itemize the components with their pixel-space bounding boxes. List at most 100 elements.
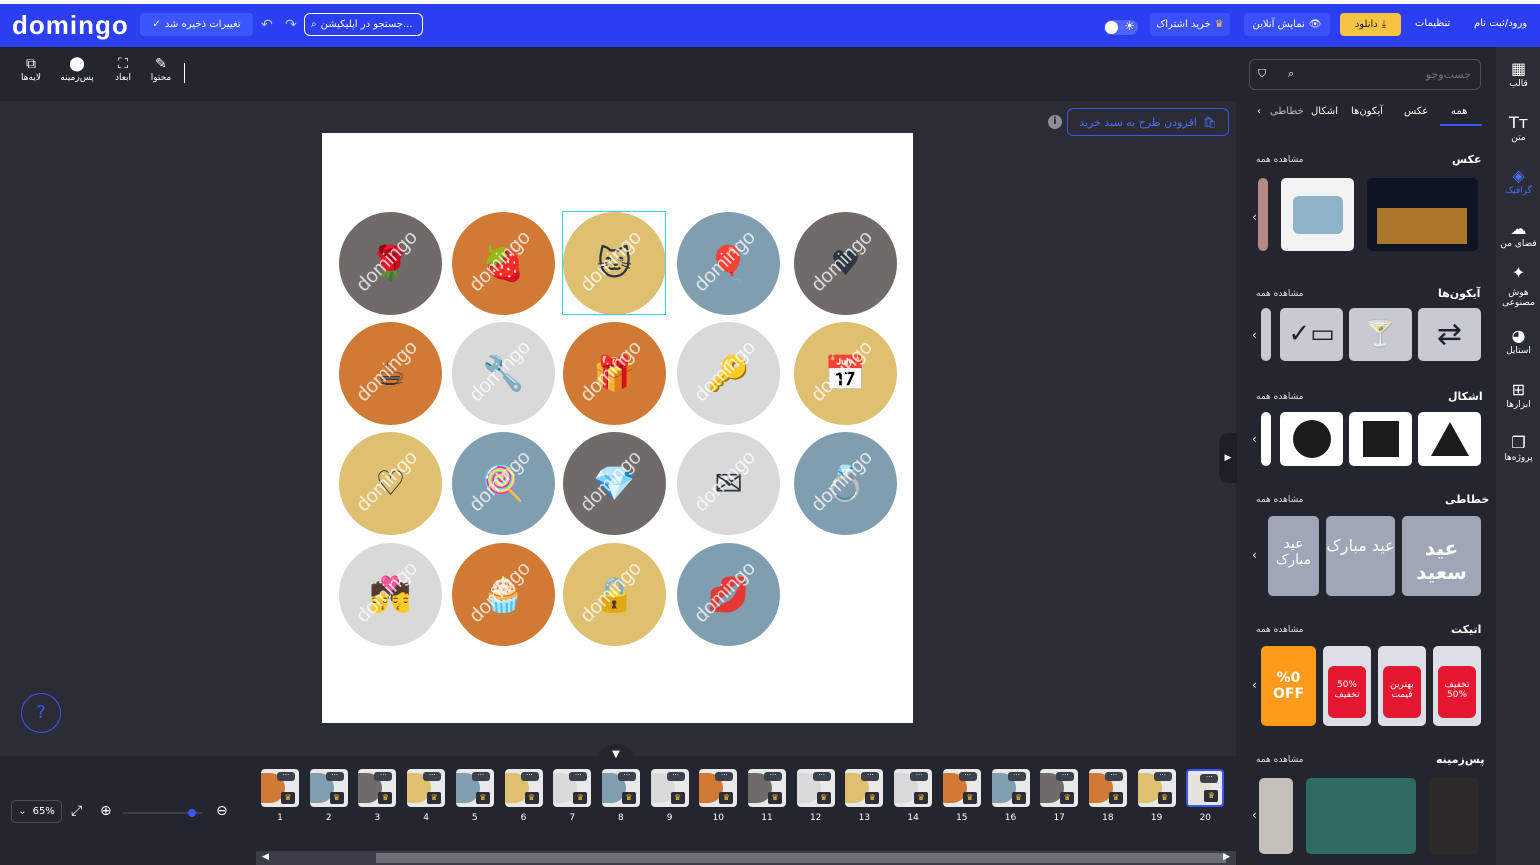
chevron-left-icon[interactable]: ‹ bbox=[1252, 808, 1257, 822]
more-options-icon[interactable]: ··· bbox=[764, 772, 782, 781]
more-options-icon[interactable]: ··· bbox=[1200, 774, 1219, 783]
selection-box[interactable] bbox=[562, 211, 666, 315]
page-thumbnail[interactable]: ··· ♛ bbox=[358, 769, 397, 807]
dimensions-tool[interactable]: ⛶ ابعاد bbox=[106, 56, 140, 83]
page-thumbnail[interactable]: ··· ♛ bbox=[455, 769, 494, 807]
design-element-circle[interactable]: 🔑 domingo bbox=[677, 322, 780, 425]
design-element-circle[interactable]: 🎁 domingo bbox=[563, 322, 666, 425]
tag-thumbnail[interactable]: تخفیف 50% bbox=[1433, 646, 1481, 726]
add-to-cart-button[interactable]: افزودن طرح به سبد خرید 🛍 bbox=[1067, 108, 1229, 136]
filter-icon[interactable]: ⛉ bbox=[1258, 67, 1266, 81]
more-options-icon[interactable]: ··· bbox=[812, 772, 831, 781]
scroll-right-icon[interactable]: ▶ bbox=[1223, 852, 1230, 862]
zoom-slider-handle[interactable] bbox=[188, 809, 196, 817]
help-button[interactable]: ? bbox=[21, 693, 61, 733]
see-all-photo[interactable]: مشاهده همه bbox=[1256, 155, 1303, 165]
tab-shapes[interactable]: اشکال bbox=[1311, 106, 1338, 117]
shape-thumbnail[interactable] bbox=[1261, 412, 1271, 466]
photo-thumbnail[interactable] bbox=[1367, 178, 1478, 251]
chevron-left-icon[interactable]: ‹ bbox=[1252, 548, 1257, 562]
see-all-icons[interactable]: مشاهده همه bbox=[1256, 289, 1303, 299]
calligraphy-thumbnail[interactable]: عید مبارک bbox=[1268, 516, 1319, 596]
scroll-left-icon[interactable]: ◀ bbox=[262, 852, 269, 862]
more-options-icon[interactable]: ··· bbox=[423, 772, 442, 781]
more-options-icon[interactable]: ··· bbox=[1007, 772, 1026, 781]
page-thumbnail[interactable]: ··· ♛ bbox=[261, 769, 299, 807]
tab-photo[interactable]: عکس bbox=[1404, 106, 1428, 117]
page-thumbnail[interactable]: ··· ♛ bbox=[504, 769, 543, 807]
more-options-icon[interactable]: ··· bbox=[617, 772, 636, 781]
rail-item-graphics[interactable]: ◈ گرافیک bbox=[1497, 166, 1540, 196]
see-all-backgrounds[interactable]: مشاهده همه bbox=[1256, 755, 1303, 765]
page-thumbnail[interactable]: ··· ♛ bbox=[942, 769, 981, 807]
theme-toggle[interactable]: ☀ bbox=[1104, 19, 1138, 35]
calligraphy-thumbnail[interactable]: عید سعید bbox=[1402, 516, 1481, 596]
tab-icons[interactable]: آیکون‌ها bbox=[1351, 106, 1383, 117]
design-element-circle[interactable]: 💍 domingo bbox=[794, 432, 897, 535]
zoom-in-icon[interactable]: ⊕ bbox=[100, 803, 112, 819]
more-options-icon[interactable]: ··· bbox=[1153, 772, 1172, 781]
pages-scrollbar[interactable]: ◀ ▶ bbox=[256, 851, 1236, 865]
page-thumbnail[interactable]: ··· ♛ bbox=[309, 769, 348, 807]
background-thumbnail[interactable] bbox=[1306, 778, 1416, 854]
page-thumbnail[interactable]: ··· ♛ bbox=[796, 769, 835, 807]
more-options-icon[interactable]: ··· bbox=[471, 772, 490, 781]
design-element-circle[interactable]: 💏 domingo bbox=[339, 543, 442, 646]
tag-thumbnail[interactable]: 50% تخفیف bbox=[1323, 646, 1371, 726]
rail-item-tools[interactable]: ⊞ ابزارها bbox=[1497, 380, 1540, 410]
page-thumbnail[interactable]: ··· ♛ bbox=[1186, 769, 1225, 807]
design-element-circle[interactable]: 🧁 domingo bbox=[452, 543, 555, 646]
more-options-icon[interactable]: ··· bbox=[1104, 772, 1123, 781]
presentation-icon[interactable]: ✓▭ bbox=[1280, 308, 1343, 361]
see-all-tags[interactable]: مشاهده همه bbox=[1256, 625, 1303, 635]
zoom-slider[interactable] bbox=[123, 809, 203, 817]
rail-item-projects[interactable]: ❐ پروژه‌ها bbox=[1497, 433, 1540, 463]
rail-item-templates[interactable]: ▦ قالب bbox=[1497, 59, 1540, 89]
app-search-input[interactable]: ⌕ جستجو در اپلیکیشن... bbox=[304, 13, 423, 36]
download-button[interactable]: دانلود ⤓ bbox=[1340, 13, 1401, 36]
page-thumbnail[interactable]: ··· ♛ bbox=[601, 769, 640, 807]
background-thumbnail[interactable] bbox=[1259, 778, 1293, 854]
more-options-icon[interactable]: ··· bbox=[715, 772, 734, 781]
design-element-circle[interactable]: 🍭 domingo bbox=[452, 432, 555, 535]
more-options-icon[interactable]: ··· bbox=[958, 772, 977, 781]
swap-arrows-icon[interactable]: ⇄ bbox=[1418, 308, 1481, 361]
page-thumbnail[interactable]: ··· ♛ bbox=[407, 769, 446, 807]
rail-item-style[interactable]: ◕ استایل bbox=[1497, 326, 1540, 356]
photo-thumbnail[interactable] bbox=[1258, 178, 1268, 251]
page-thumbnail[interactable]: ··· ♛ bbox=[699, 769, 738, 807]
page-thumbnail[interactable]: ··· ♛ bbox=[650, 769, 689, 807]
page-thumbnail[interactable]: ··· ♛ bbox=[894, 769, 933, 807]
page-thumbnail[interactable]: ··· ♛ bbox=[1137, 769, 1176, 807]
layers-tool[interactable]: ⧉ لایه‌ها bbox=[14, 56, 48, 83]
page-thumbnail[interactable]: ··· ♛ bbox=[991, 769, 1030, 807]
design-element-circle[interactable]: 🍓 domingo bbox=[452, 212, 555, 315]
see-all-shapes[interactable]: مشاهده همه bbox=[1256, 392, 1303, 402]
page-thumbnail[interactable]: ··· ♛ bbox=[1040, 769, 1079, 807]
background-tool[interactable]: ⬤ پس‌زمینه bbox=[60, 56, 94, 83]
page-thumbnail[interactable]: ··· ♛ bbox=[845, 769, 884, 807]
more-options-icon[interactable]: ··· bbox=[569, 772, 588, 781]
background-thumbnail[interactable] bbox=[1429, 778, 1479, 854]
logo[interactable]: domingo bbox=[12, 10, 129, 41]
photo-thumbnail[interactable] bbox=[1281, 178, 1354, 251]
fullscreen-icon[interactable]: ⤢ bbox=[71, 803, 82, 819]
design-element-circle[interactable]: 🔧 domingo bbox=[452, 322, 555, 425]
square-shape[interactable] bbox=[1349, 412, 1412, 466]
more-options-icon[interactable]: ··· bbox=[1056, 772, 1075, 781]
calligraphy-thumbnail[interactable]: عید مبارک bbox=[1326, 516, 1395, 596]
see-all-calligraphy[interactable]: مشاهده همه bbox=[1256, 495, 1303, 505]
tag-thumbnail[interactable]: بهترین قیمت bbox=[1378, 646, 1426, 726]
rail-item-ai[interactable]: ✦ هوش مصنوعی bbox=[1497, 265, 1540, 309]
chevron-left-icon[interactable]: ‹ bbox=[1252, 328, 1257, 342]
cocktail-icon[interactable]: 🍸 bbox=[1349, 308, 1412, 361]
more-options-icon[interactable]: ··· bbox=[277, 772, 295, 781]
design-element-circle[interactable]: ♡ domingo bbox=[339, 432, 442, 535]
icon-thumbnail[interactable] bbox=[1261, 308, 1271, 361]
design-element-circle[interactable]: ✉ domingo bbox=[677, 432, 780, 535]
design-element-circle[interactable]: 🎈 domingo bbox=[677, 212, 780, 315]
more-options-icon[interactable]: ··· bbox=[910, 772, 929, 781]
settings-link[interactable]: تنظیمات bbox=[1415, 18, 1450, 29]
scrollbar-thumb[interactable] bbox=[376, 853, 1226, 863]
design-element-circle[interactable]: ♥ domingo bbox=[794, 212, 897, 315]
